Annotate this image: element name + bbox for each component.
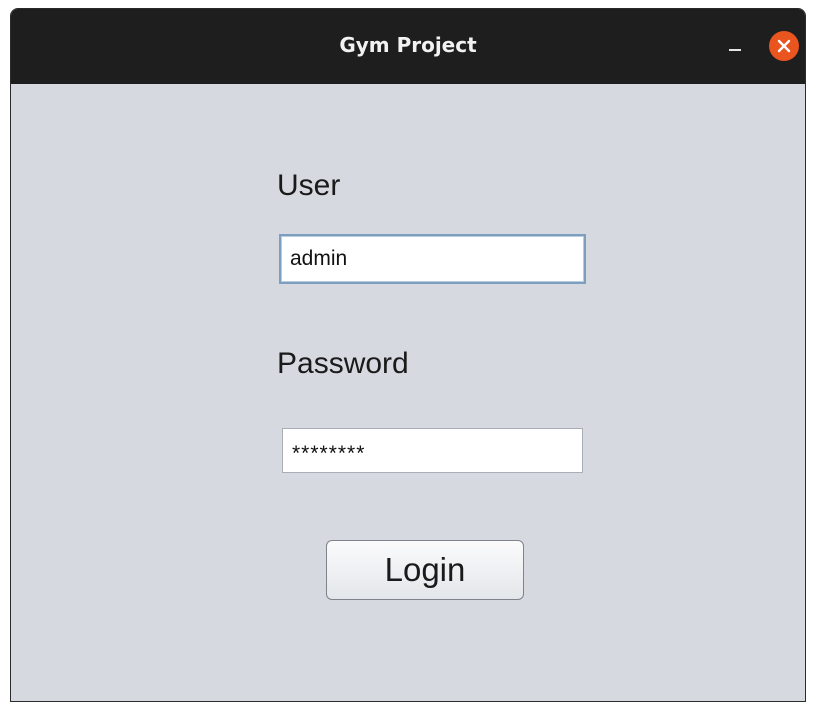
- title-bar[interactable]: Gym Project: [11, 9, 805, 84]
- login-button[interactable]: Login: [326, 540, 524, 600]
- user-label: User: [277, 169, 341, 202]
- window-title: Gym Project: [339, 33, 477, 57]
- minimize-button[interactable]: [720, 30, 750, 60]
- password-label: Password: [277, 347, 409, 380]
- close-icon: [777, 39, 791, 53]
- login-window: Gym Project User admin Password ********…: [10, 8, 806, 702]
- password-input[interactable]: ********: [282, 428, 583, 473]
- close-button[interactable]: [769, 31, 799, 61]
- minimize-icon: [729, 49, 741, 51]
- user-input[interactable]: admin: [279, 234, 586, 284]
